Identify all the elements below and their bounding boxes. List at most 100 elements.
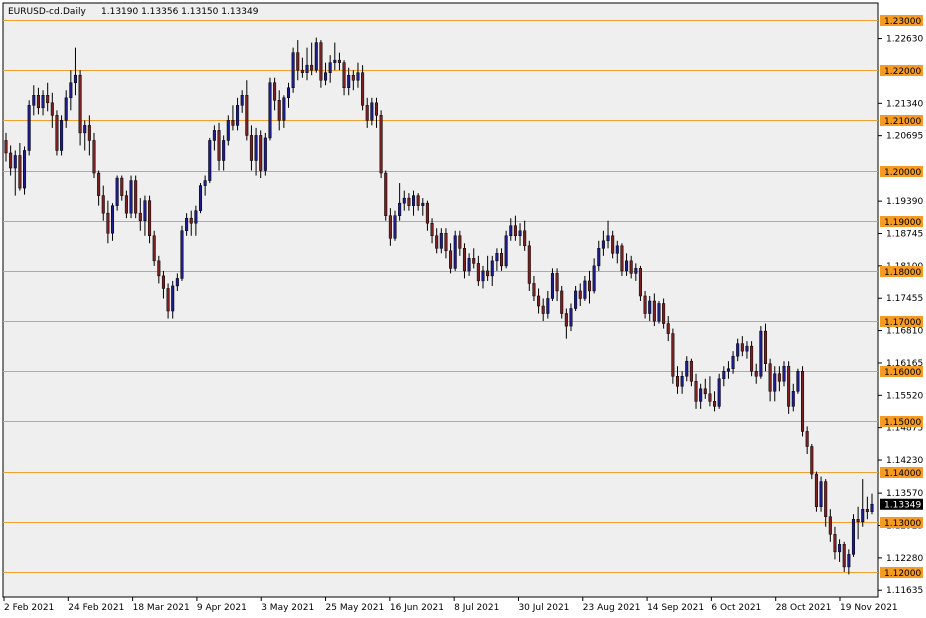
candle-body-164 <box>763 330 768 364</box>
candle-body-180 <box>838 544 842 553</box>
y-tick-label-9: 1.15520 <box>886 391 923 401</box>
candle-body-11 <box>55 115 59 151</box>
x-tick-label-11: 6 Oct 2021 <box>711 603 761 613</box>
candle-body-139 <box>648 300 652 314</box>
header-symbol: EURUSD-cd <box>8 7 60 17</box>
candle-body-59 <box>277 100 281 121</box>
candle-body-95 <box>444 233 448 252</box>
candle-body-24 <box>115 177 119 206</box>
level-label-1: 1.22000 <box>884 67 921 77</box>
candle-body-73 <box>342 62 346 89</box>
candle-body-58 <box>273 82 277 101</box>
candle-body-142 <box>662 303 666 324</box>
candle-body-79 <box>370 102 374 121</box>
x-tick-label-2: 18 Mar 2021 <box>133 603 190 613</box>
candle-body-23 <box>110 205 115 234</box>
candle-body-27 <box>129 180 133 214</box>
candle-body-15 <box>73 74 77 83</box>
candle-body-65 <box>305 64 309 73</box>
candle-body-111 <box>518 230 522 237</box>
candle-body-120 <box>560 290 564 314</box>
candle-body-17 <box>83 125 87 134</box>
candle-body-147 <box>685 360 689 377</box>
y-tick-label-15: 1.11635 <box>886 586 923 596</box>
candle-body-89 <box>416 195 420 206</box>
x-tick-label-0: 2 Feb 2021 <box>4 603 54 613</box>
candle-body-160 <box>745 345 749 352</box>
candle-body-106 <box>495 253 499 262</box>
x-tick-label-7: 8 Jul 2021 <box>454 603 499 613</box>
candle-body-54 <box>254 135 258 161</box>
x-tick-label-1: 24 Feb 2021 <box>68 603 124 613</box>
candle-body-94 <box>439 233 443 249</box>
candle-body-128 <box>597 248 601 267</box>
candle-body-56 <box>263 137 267 171</box>
candle-body-57 <box>268 82 272 139</box>
candle-body-166 <box>773 373 777 392</box>
level-label-11: 1.12000 <box>884 569 921 579</box>
x-tick-label-3: 9 Apr 2021 <box>197 603 247 613</box>
candle-body-151 <box>703 388 707 395</box>
candle-body-7 <box>36 95 40 109</box>
level-label-0: 1.23000 <box>884 17 921 27</box>
candle-body-102 <box>476 263 480 282</box>
candle-body-12 <box>60 120 64 151</box>
y-tick-label-2: 1.20695 <box>886 132 923 142</box>
candle-body-66 <box>310 64 314 71</box>
candle-body-45 <box>212 130 216 141</box>
candle-body-126 <box>587 280 592 292</box>
candle-body-122 <box>569 308 573 327</box>
candle-body-117 <box>546 298 550 314</box>
plot-area <box>2 2 879 598</box>
candle-body-137 <box>638 268 642 297</box>
candle-body-34 <box>161 275 165 289</box>
candle-body-104 <box>486 270 490 277</box>
candle-body-92 <box>430 222 434 237</box>
candle-body-30 <box>143 200 147 221</box>
candle-body-62 <box>291 52 295 89</box>
candle-body-112 <box>523 230 527 247</box>
price-chart[interactable]: 1.226301.213401.206951.193901.187451.181… <box>0 0 926 618</box>
candle-body-101 <box>472 258 476 264</box>
y-tick-label-6: 1.17455 <box>886 294 923 304</box>
candle-body-20 <box>97 172 101 196</box>
level-label-5: 1.18000 <box>884 268 921 278</box>
candle-body-152 <box>708 393 712 402</box>
candle-body-116 <box>541 305 545 314</box>
candle-body-60 <box>282 97 286 121</box>
candle-body-6 <box>32 95 36 106</box>
level-label-9: 1.14000 <box>884 469 921 479</box>
candle-body-16 <box>78 74 82 134</box>
candle-body-115 <box>537 295 541 307</box>
candle-body-125 <box>583 280 587 299</box>
candle-body-176 <box>819 481 823 507</box>
chart-header: EURUSD-cd . Daily 1.13190 1.13356 1.1315… <box>8 7 259 17</box>
candle-body-136 <box>634 268 638 274</box>
candle-body-9 <box>46 95 50 104</box>
candle-body-105 <box>490 260 494 277</box>
candle-body-71 <box>333 59 337 63</box>
candle-body-26 <box>124 195 128 214</box>
candle-body-77 <box>361 72 365 106</box>
candle-body-64 <box>300 69 304 73</box>
candle-body-154 <box>717 378 721 407</box>
x-tick-label-5: 25 May 2021 <box>326 603 385 613</box>
y-tick-label-12: 1.13570 <box>886 489 923 499</box>
candle-body-51 <box>240 95 244 106</box>
candle-body-74 <box>347 74 351 89</box>
candle-body-32 <box>152 235 156 262</box>
candle-body-78 <box>365 105 369 121</box>
candle-body-132 <box>615 245 619 254</box>
candle-body-67 <box>314 42 318 71</box>
candle-body-168 <box>782 365 786 382</box>
candle-body-93 <box>435 235 439 249</box>
level-label-4: 1.19000 <box>884 218 921 228</box>
candle-body-107 <box>499 253 504 267</box>
candle-body-155 <box>722 370 726 380</box>
candle-body-167 <box>777 373 781 382</box>
candle-body-53 <box>249 135 253 161</box>
candle-body-22 <box>106 212 110 234</box>
x-tick-label-4: 3 May 2021 <box>261 603 314 613</box>
candle-body-49 <box>231 120 235 126</box>
candle-body-148 <box>689 360 693 382</box>
